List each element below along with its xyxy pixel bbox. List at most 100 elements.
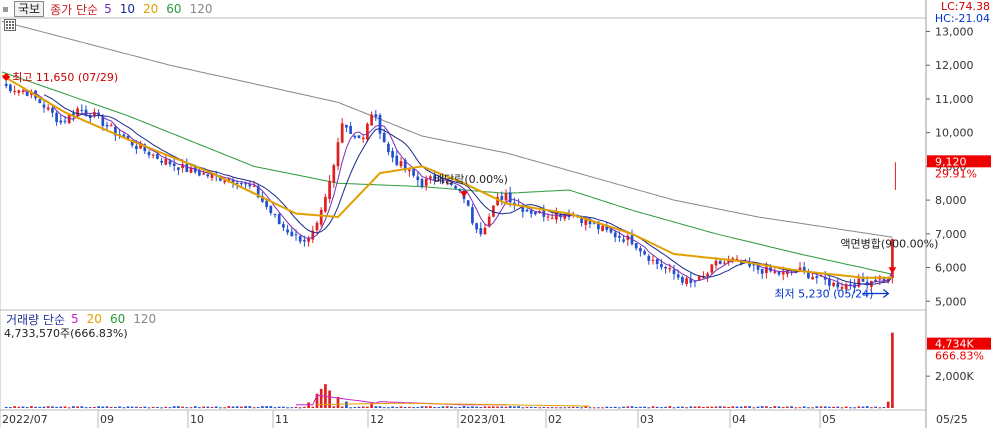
volume-bar <box>72 406 75 408</box>
volume-bar <box>303 406 306 408</box>
volume-bar <box>198 407 201 409</box>
candle-body <box>315 222 319 231</box>
volume-bar <box>84 407 88 409</box>
volume-bar <box>781 407 785 409</box>
volume-bar <box>67 407 71 409</box>
volume-bar <box>223 407 226 409</box>
volume-bar <box>483 406 487 408</box>
volume-bar <box>30 406 33 408</box>
candle-body <box>38 99 42 104</box>
volume-bar <box>500 406 504 408</box>
candle-body <box>639 248 642 252</box>
x-axis-label: 2023/01 <box>460 413 506 426</box>
volume-bar <box>441 406 445 408</box>
candle-body <box>487 216 491 227</box>
stock-chart[interactable]: 최고 11,650 (07/29) 최저 5,230 (05/24) 배당락(0.0… <box>0 0 994 428</box>
candle-body <box>244 183 247 185</box>
x-axis-label: 2022/07 <box>2 413 48 426</box>
volume-bar <box>798 407 802 409</box>
volume-bar <box>156 406 159 408</box>
candle-body <box>21 91 25 93</box>
candle-body <box>168 160 172 165</box>
hc-readout: HC:-21.04 <box>934 12 990 25</box>
volume-bar <box>88 407 92 409</box>
candle-body <box>324 196 327 212</box>
x-axis-label: 05 <box>822 413 836 426</box>
volume-bar <box>756 406 760 408</box>
volume-bar <box>353 407 357 409</box>
volume-bar <box>559 407 562 409</box>
volume-bar <box>613 406 617 408</box>
volume-bar <box>538 407 541 409</box>
volume-bar <box>202 406 205 408</box>
candle-body <box>718 260 722 265</box>
volume-bar <box>59 406 63 408</box>
volume-bar <box>189 407 193 409</box>
volume-bar <box>718 406 722 408</box>
volume-ma-period-list: 5 20 60 120 <box>71 312 156 326</box>
volume-bar <box>630 406 634 408</box>
volume-bar <box>256 407 260 409</box>
volume-bar <box>744 406 747 408</box>
volume-bar <box>660 407 663 409</box>
candle-body <box>378 115 382 134</box>
candle-body <box>618 236 621 238</box>
volume-bar <box>555 407 558 409</box>
volume-bar <box>17 406 21 408</box>
candle-body <box>51 108 54 113</box>
volume-bar <box>815 406 819 408</box>
price-tick-label: 10,000 <box>935 127 974 140</box>
price-legend: 국보 종가 단순 5 10 20 60 120 <box>0 0 212 18</box>
stock-button[interactable]: 국보 <box>14 1 45 17</box>
price-tick-label: 5,000 <box>935 295 967 308</box>
volume-bar <box>832 406 835 408</box>
event-annotation: 액면병합(900.00%) <box>840 237 938 250</box>
candle-body <box>374 114 378 117</box>
volume-bar <box>130 406 134 408</box>
volume-bar <box>592 407 596 409</box>
volume-bar <box>794 407 798 409</box>
volume-bar <box>114 406 117 408</box>
volume-bar <box>689 406 693 408</box>
price-ma-label: 종가 단순 <box>50 2 99 17</box>
volume-bar <box>534 406 537 408</box>
candle-body <box>282 224 285 228</box>
volume-bar <box>21 406 25 408</box>
volume-bar <box>193 406 197 408</box>
volume-bar <box>458 407 462 409</box>
current-volume-change: 666.83% <box>935 350 984 363</box>
candle-body <box>172 163 176 167</box>
volume-bar <box>210 406 214 408</box>
candle-body <box>46 107 50 110</box>
volume-bar <box>487 406 491 408</box>
volume-bar <box>105 406 109 408</box>
volume-bar <box>9 407 12 409</box>
volume-bar <box>277 406 281 408</box>
volume-bar <box>374 406 378 408</box>
price-tick-label: 11,000 <box>935 93 974 106</box>
volume-bar <box>727 406 730 408</box>
volume-bar <box>340 406 344 408</box>
volume-bar <box>286 407 289 409</box>
candle-body <box>697 276 701 281</box>
candle-body <box>59 120 63 123</box>
volume-bar <box>626 406 630 408</box>
volume-bar <box>55 406 58 408</box>
candle-body <box>693 281 697 283</box>
candle-body <box>156 154 159 159</box>
volume-bar <box>311 406 315 408</box>
candle-body <box>17 90 21 93</box>
volume-bar <box>550 407 554 409</box>
volume-bar <box>828 406 831 408</box>
volume-bar <box>34 406 37 408</box>
candle-body <box>429 176 432 179</box>
grid-icon[interactable] <box>4 19 16 31</box>
volume-bar <box>605 406 609 408</box>
volume-bar <box>886 401 890 408</box>
candle-body <box>546 216 550 218</box>
candle-body <box>475 223 478 230</box>
candle-body <box>416 176 420 181</box>
volume-bar <box>160 407 163 409</box>
volume-bar <box>382 407 386 409</box>
volume-bar <box>46 406 50 408</box>
